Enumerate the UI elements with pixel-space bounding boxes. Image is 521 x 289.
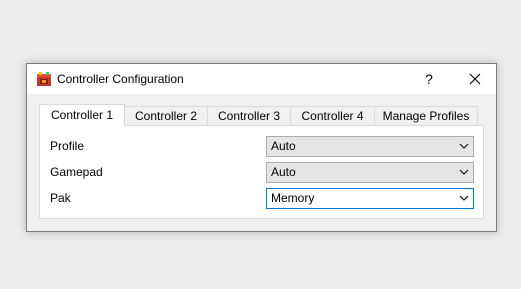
profile-select[interactable]: Auto xyxy=(266,136,474,157)
close-icon xyxy=(469,73,481,85)
pak-label: Pak xyxy=(50,191,71,205)
gamepad-value: Auto xyxy=(271,165,296,179)
pak-value: Memory xyxy=(271,191,315,205)
gamepad-select[interactable]: Auto xyxy=(266,162,474,183)
chevron-down-icon xyxy=(459,169,469,175)
title-bar[interactable]: Controller Configuration ? xyxy=(27,64,496,94)
chevron-down-icon xyxy=(459,195,469,201)
tab-manage-profiles[interactable]: Manage Profiles xyxy=(374,106,478,125)
gamepad-label: Gamepad xyxy=(50,165,103,179)
pak-select[interactable]: Memory xyxy=(266,188,474,209)
window-title: Controller Configuration xyxy=(57,72,184,86)
controller-1-panel: Profile Auto Gamepad Auto Pak Memory xyxy=(39,125,484,219)
chevron-down-icon xyxy=(459,143,469,149)
help-button[interactable]: ? xyxy=(406,64,452,94)
profile-label: Profile xyxy=(50,139,85,153)
app-icon xyxy=(36,71,52,87)
tab-controller-3[interactable]: Controller 3 xyxy=(207,106,291,125)
tab-controller-4[interactable]: Controller 4 xyxy=(290,106,375,125)
close-button[interactable] xyxy=(452,64,498,94)
tab-controller-1[interactable]: Controller 1 xyxy=(39,104,125,126)
tab-controller-2[interactable]: Controller 2 xyxy=(124,106,208,125)
profile-value: Auto xyxy=(271,139,296,153)
controller-configuration-dialog: Controller Configuration ? Controller 1 … xyxy=(26,63,497,232)
